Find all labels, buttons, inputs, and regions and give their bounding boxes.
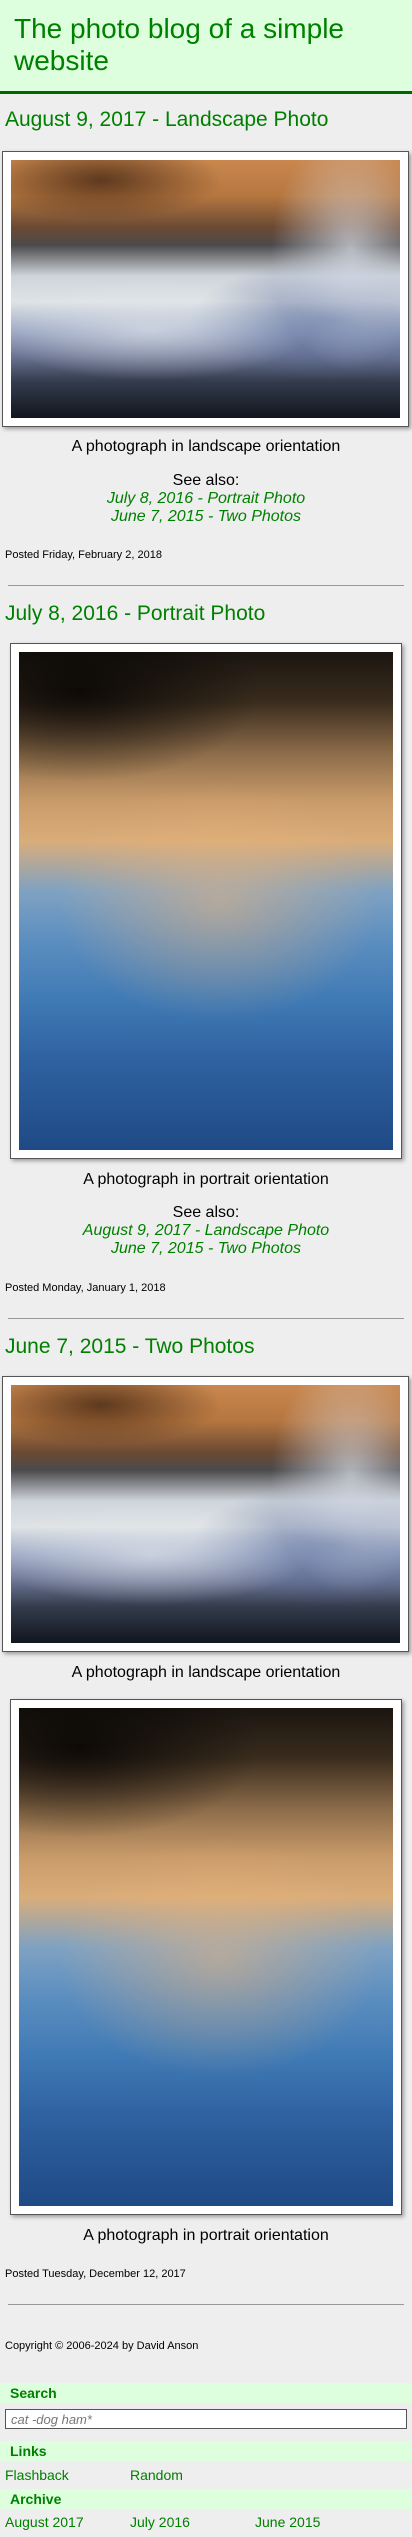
archive-link[interactable]: June 2015	[255, 2514, 320, 2530]
photo-frame[interactable]	[10, 1699, 402, 2215]
photo-caption: A photograph in portrait orientation	[83, 1171, 329, 1188]
see-also-link[interactable]: July 8, 2016 - Portrait Photo	[0, 490, 412, 508]
photo-caption: A photograph in landscape orientation	[71, 438, 341, 455]
see-also-link[interactable]: August 9, 2017 - Landscape Photo	[0, 1222, 412, 1240]
landscape-photo	[11, 1385, 400, 1643]
photo-caption: A photograph in landscape orientation	[71, 1664, 341, 1681]
post-title[interactable]: June 7, 2015 - Two Photos	[0, 1334, 259, 1360]
divider	[8, 1318, 404, 1319]
copyright: Copyright © 2006-2024 by David Anson	[5, 2340, 199, 2352]
see-also: See also: August 9, 2017 - Landscape Pho…	[0, 1204, 412, 1258]
see-also-label: See also:	[172, 1204, 240, 1221]
link-flashback[interactable]: Flashback	[5, 2467, 69, 2483]
see-also-label: See also:	[172, 472, 240, 489]
see-also-link[interactable]: June 7, 2015 - Two Photos	[0, 508, 412, 526]
archive-heading: Archive	[0, 2489, 412, 2509]
see-also-link[interactable]: June 7, 2015 - Two Photos	[0, 1240, 412, 1258]
photo-caption: A photograph in portrait orientation	[83, 2227, 329, 2244]
see-also: See also: July 8, 2016 - Portrait Photo …	[0, 472, 412, 526]
divider	[8, 585, 404, 586]
post-title[interactable]: July 8, 2016 - Portrait Photo	[0, 601, 270, 627]
portrait-photo	[19, 1708, 393, 2206]
search-heading: Search	[0, 2383, 412, 2403]
photo-frame[interactable]	[2, 1376, 409, 1652]
site-title[interactable]: The photo blog of a simple website	[14, 13, 398, 77]
photo-frame[interactable]	[10, 643, 402, 1159]
divider	[8, 2304, 404, 2305]
archive-link[interactable]: August 2017	[5, 2514, 84, 2530]
post-title[interactable]: August 9, 2017 - Landscape Photo	[0, 107, 333, 133]
landscape-photo	[11, 160, 400, 418]
link-random[interactable]: Random	[130, 2467, 183, 2483]
site-header: The photo blog of a simple website	[0, 0, 412, 94]
photo-frame[interactable]	[2, 151, 409, 427]
posted-date: Posted Tuesday, December 12, 2017	[5, 2268, 186, 2280]
posted-date: Posted Monday, January 1, 2018	[5, 1282, 166, 1294]
links-heading: Links	[0, 2441, 412, 2461]
archive-link[interactable]: July 2016	[130, 2514, 190, 2530]
posted-date: Posted Friday, February 2, 2018	[5, 549, 162, 561]
search-input[interactable]	[5, 2409, 407, 2429]
portrait-photo	[19, 652, 393, 1150]
